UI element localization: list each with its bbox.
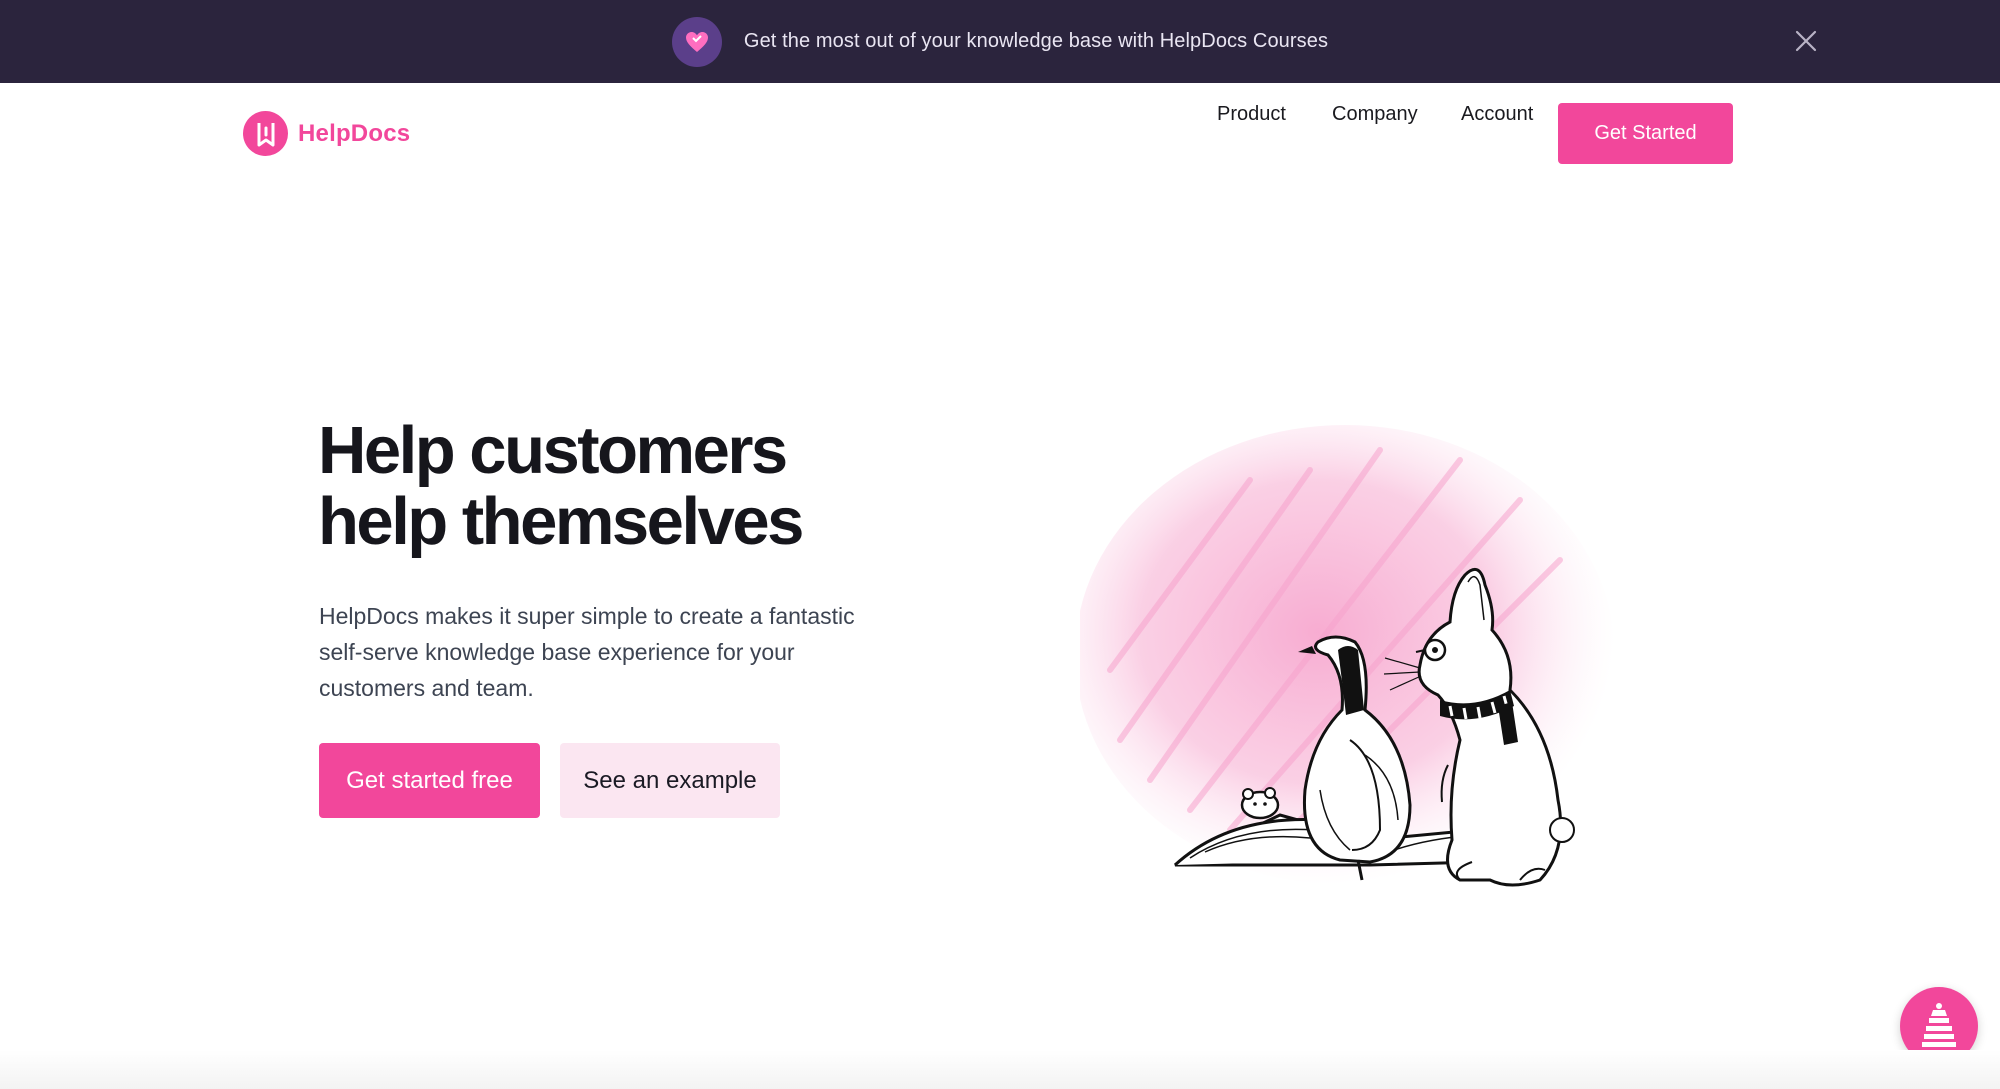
- site-header: HelpDocs Product Company Account Get Sta…: [0, 83, 2000, 183]
- close-icon[interactable]: [1788, 23, 1824, 59]
- rabbit-goose-book-illustration: [1075, 425, 1615, 887]
- see-an-example-button[interactable]: See an example: [560, 743, 780, 818]
- announcement-text[interactable]: Get the most out of your knowledge base …: [744, 30, 1328, 53]
- nav-product[interactable]: Product: [1217, 103, 1286, 126]
- hero-title: Help customers help themselves: [318, 415, 938, 557]
- nav-account[interactable]: Account: [1461, 103, 1533, 126]
- logo-text: HelpDocs: [298, 119, 411, 147]
- lighthouse-icon: [1922, 1003, 1956, 1047]
- announcement-bar: Get the most out of your knowledge base …: [0, 0, 2000, 83]
- nav-company[interactable]: Company: [1332, 103, 1418, 126]
- hero-title-line-2: help themselves: [318, 484, 804, 559]
- get-started-button[interactable]: Get Started: [1558, 103, 1733, 164]
- hero-subtitle: HelpDocs makes it super simple to create…: [319, 603, 855, 701]
- heart-icon: [671, 16, 722, 67]
- hero-illustration: [1075, 410, 1640, 910]
- announcement-content[interactable]: Get the most out of your knowledge base …: [671, 16, 1328, 67]
- helpdocs-logo-icon: [243, 111, 288, 156]
- logo[interactable]: HelpDocs: [243, 111, 410, 156]
- section-divider: [0, 1050, 2000, 1089]
- page: Get the most out of your knowledge base …: [0, 0, 2000, 1089]
- hero-title-line-1: Help customers: [318, 413, 788, 488]
- get-started-free-button[interactable]: Get started free: [319, 743, 540, 818]
